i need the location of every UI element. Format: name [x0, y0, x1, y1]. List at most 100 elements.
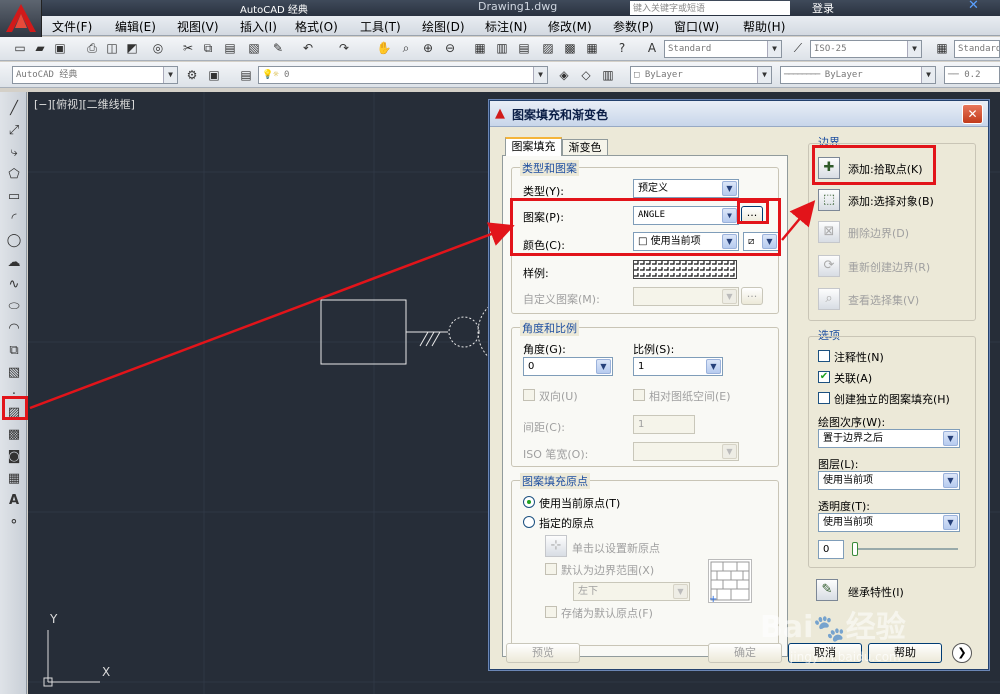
design-center-icon[interactable]: ▥: [494, 40, 510, 56]
dim-style-combo[interactable]: ISO-25 ▼: [810, 40, 922, 58]
preview-button[interactable]: 预览: [506, 643, 580, 663]
custom-pattern-select[interactable]: ▼: [633, 287, 739, 306]
undo-icon[interactable]: ↶: [300, 40, 316, 56]
polygon-icon[interactable]: ⬠: [5, 166, 23, 184]
workspace-switcher[interactable]: AutoCAD 经典: [240, 1, 308, 16]
view-selection-icon[interactable]: ⌕: [818, 288, 840, 310]
layer-select[interactable]: 使用当前项 ▼: [818, 471, 960, 490]
default-boundary-checkbox[interactable]: [545, 563, 557, 575]
sheet-set-icon[interactable]: ▨: [540, 40, 556, 56]
markup-icon[interactable]: ▩: [562, 40, 578, 56]
pick-points-label[interactable]: 添加:拾取点(K): [848, 161, 923, 177]
menu-tools[interactable]: 工具(T): [360, 18, 401, 35]
construction-line-icon[interactable]: ⤢: [5, 122, 23, 140]
open-icon[interactable]: ▰: [32, 40, 48, 56]
pattern-sample[interactable]: [633, 260, 737, 279]
menu-draw[interactable]: 绘图(D): [422, 18, 465, 35]
print-icon[interactable]: ⎙: [84, 40, 100, 56]
draw-order-select[interactable]: 置于边界之后 ▼: [818, 429, 960, 448]
transparency-slider[interactable]: [852, 542, 858, 556]
type-select[interactable]: 预定义 ▼: [633, 179, 739, 198]
pattern-select[interactable]: ANGLE ▼: [633, 206, 739, 225]
tab-hatch[interactable]: 图案填充: [505, 137, 562, 156]
paste-icon[interactable]: ▤: [222, 40, 238, 56]
menu-edit[interactable]: 编辑(E): [115, 18, 156, 35]
rectangle-icon[interactable]: ▭: [5, 188, 23, 206]
select-objects-icon[interactable]: ⬚: [818, 189, 840, 211]
origin-position-select[interactable]: 左下 ▼: [573, 582, 690, 601]
table-style-combo[interactable]: Standard: [954, 40, 1000, 58]
use-current-origin-radio[interactable]: [523, 496, 535, 508]
workspace-combo[interactable]: AutoCAD 经典 ▼: [12, 66, 178, 84]
ellipse-arc-icon[interactable]: ◠: [5, 320, 23, 338]
specified-origin-radio[interactable]: [523, 516, 535, 528]
cut-icon[interactable]: ✂: [180, 40, 196, 56]
preview-icon[interactable]: ◫: [104, 40, 120, 56]
color-select[interactable]: □ 使用当前项 ▼: [633, 232, 739, 251]
make-current-icon[interactable]: ◈: [556, 67, 572, 83]
transparency-input[interactable]: 0: [818, 540, 844, 559]
pick-points-icon[interactable]: ✚: [818, 157, 840, 179]
zoom-window-icon[interactable]: ⊕: [420, 40, 436, 56]
menu-insert[interactable]: 插入(I): [240, 18, 277, 35]
color-combo[interactable]: □ ByLayer ▼: [630, 66, 772, 84]
pattern-browse-button[interactable]: ...: [741, 206, 763, 224]
layer-properties-icon[interactable]: ▤: [238, 67, 254, 83]
more-options-icon[interactable]: ❯: [952, 643, 972, 663]
layer-combo[interactable]: 💡☼ 0 ▼: [258, 66, 548, 84]
workspace-settings-icon[interactable]: ⚙: [184, 67, 200, 83]
revision-cloud-icon[interactable]: ☁: [5, 254, 23, 272]
arc-icon[interactable]: ◜: [5, 210, 23, 228]
scale-select[interactable]: 1 ▼: [633, 357, 723, 376]
double-checkbox[interactable]: [523, 389, 535, 401]
tool-palettes-icon[interactable]: ▤: [516, 40, 532, 56]
dim-style-icon[interactable]: ⟋: [790, 40, 806, 56]
hatch-icon[interactable]: ▨: [5, 404, 23, 422]
recreate-boundary-icon[interactable]: ⟳: [818, 255, 840, 277]
gradient-icon[interactable]: ▩: [5, 426, 23, 444]
relative-paper-checkbox[interactable]: [633, 389, 645, 401]
new-icon[interactable]: ▭: [12, 40, 28, 56]
ellipse-icon[interactable]: ⬭: [5, 298, 23, 316]
close-x-icon[interactable]: ✕: [968, 0, 979, 13]
iso-pen-select[interactable]: ▼: [633, 442, 739, 461]
separate-hatch-checkbox[interactable]: [818, 392, 830, 404]
circle-icon[interactable]: ◯: [5, 232, 23, 250]
remove-boundary-icon[interactable]: ⊠: [818, 221, 840, 243]
layer-previous-icon[interactable]: ◇: [578, 67, 594, 83]
zoom-previous-icon[interactable]: ⊖: [442, 40, 458, 56]
angle-select[interactable]: 0 ▼: [523, 357, 613, 376]
application-menu-button[interactable]: [0, 0, 42, 38]
pan-icon[interactable]: ✋: [376, 40, 392, 56]
associative-checkbox[interactable]: ✔: [818, 371, 830, 383]
inherit-properties-icon[interactable]: ✎: [816, 579, 838, 601]
menu-view[interactable]: 视图(V): [177, 18, 219, 35]
menu-file[interactable]: 文件(F): [52, 18, 92, 35]
properties-icon[interactable]: ▦: [472, 40, 488, 56]
menu-window[interactable]: 窗口(W): [674, 18, 719, 35]
transparency-select[interactable]: 使用当前项 ▼: [818, 513, 960, 532]
table-icon[interactable]: ▦: [5, 470, 23, 488]
copy-icon[interactable]: ⧉: [200, 40, 216, 56]
menu-modify[interactable]: 修改(M): [548, 18, 592, 35]
store-default-checkbox[interactable]: [545, 606, 557, 618]
login-button[interactable]: 登录: [812, 0, 834, 16]
linetype-combo[interactable]: ──────── ByLayer ▼: [780, 66, 936, 84]
plot-icon[interactable]: ◩: [124, 40, 140, 56]
redo-icon[interactable]: ↷: [336, 40, 352, 56]
point-icon[interactable]: ·: [5, 386, 23, 404]
inherit-properties-label[interactable]: 继承特性(I): [848, 584, 904, 600]
dialog-close-button[interactable]: ✕: [962, 104, 983, 124]
multiline-text-icon[interactable]: A: [5, 492, 23, 510]
add-selected-icon[interactable]: ⚬: [5, 514, 23, 532]
menu-help[interactable]: 帮助(H): [743, 18, 785, 35]
select-objects-label[interactable]: 添加:选择对象(B): [848, 193, 934, 209]
brush-icon[interactable]: ✎: [270, 40, 286, 56]
search-input[interactable]: 键入关键字或短语: [630, 1, 790, 15]
dialog-titlebar[interactable]: ▲ 图案填充和渐变色 ✕: [490, 101, 988, 127]
menu-parametric[interactable]: 参数(P): [613, 18, 654, 35]
menu-dimension[interactable]: 标注(N): [485, 18, 527, 35]
polyline-icon[interactable]: ⤷: [5, 144, 23, 162]
zoom-realtime-icon[interactable]: ⌕: [398, 40, 414, 56]
help-icon[interactable]: ?: [614, 40, 630, 56]
